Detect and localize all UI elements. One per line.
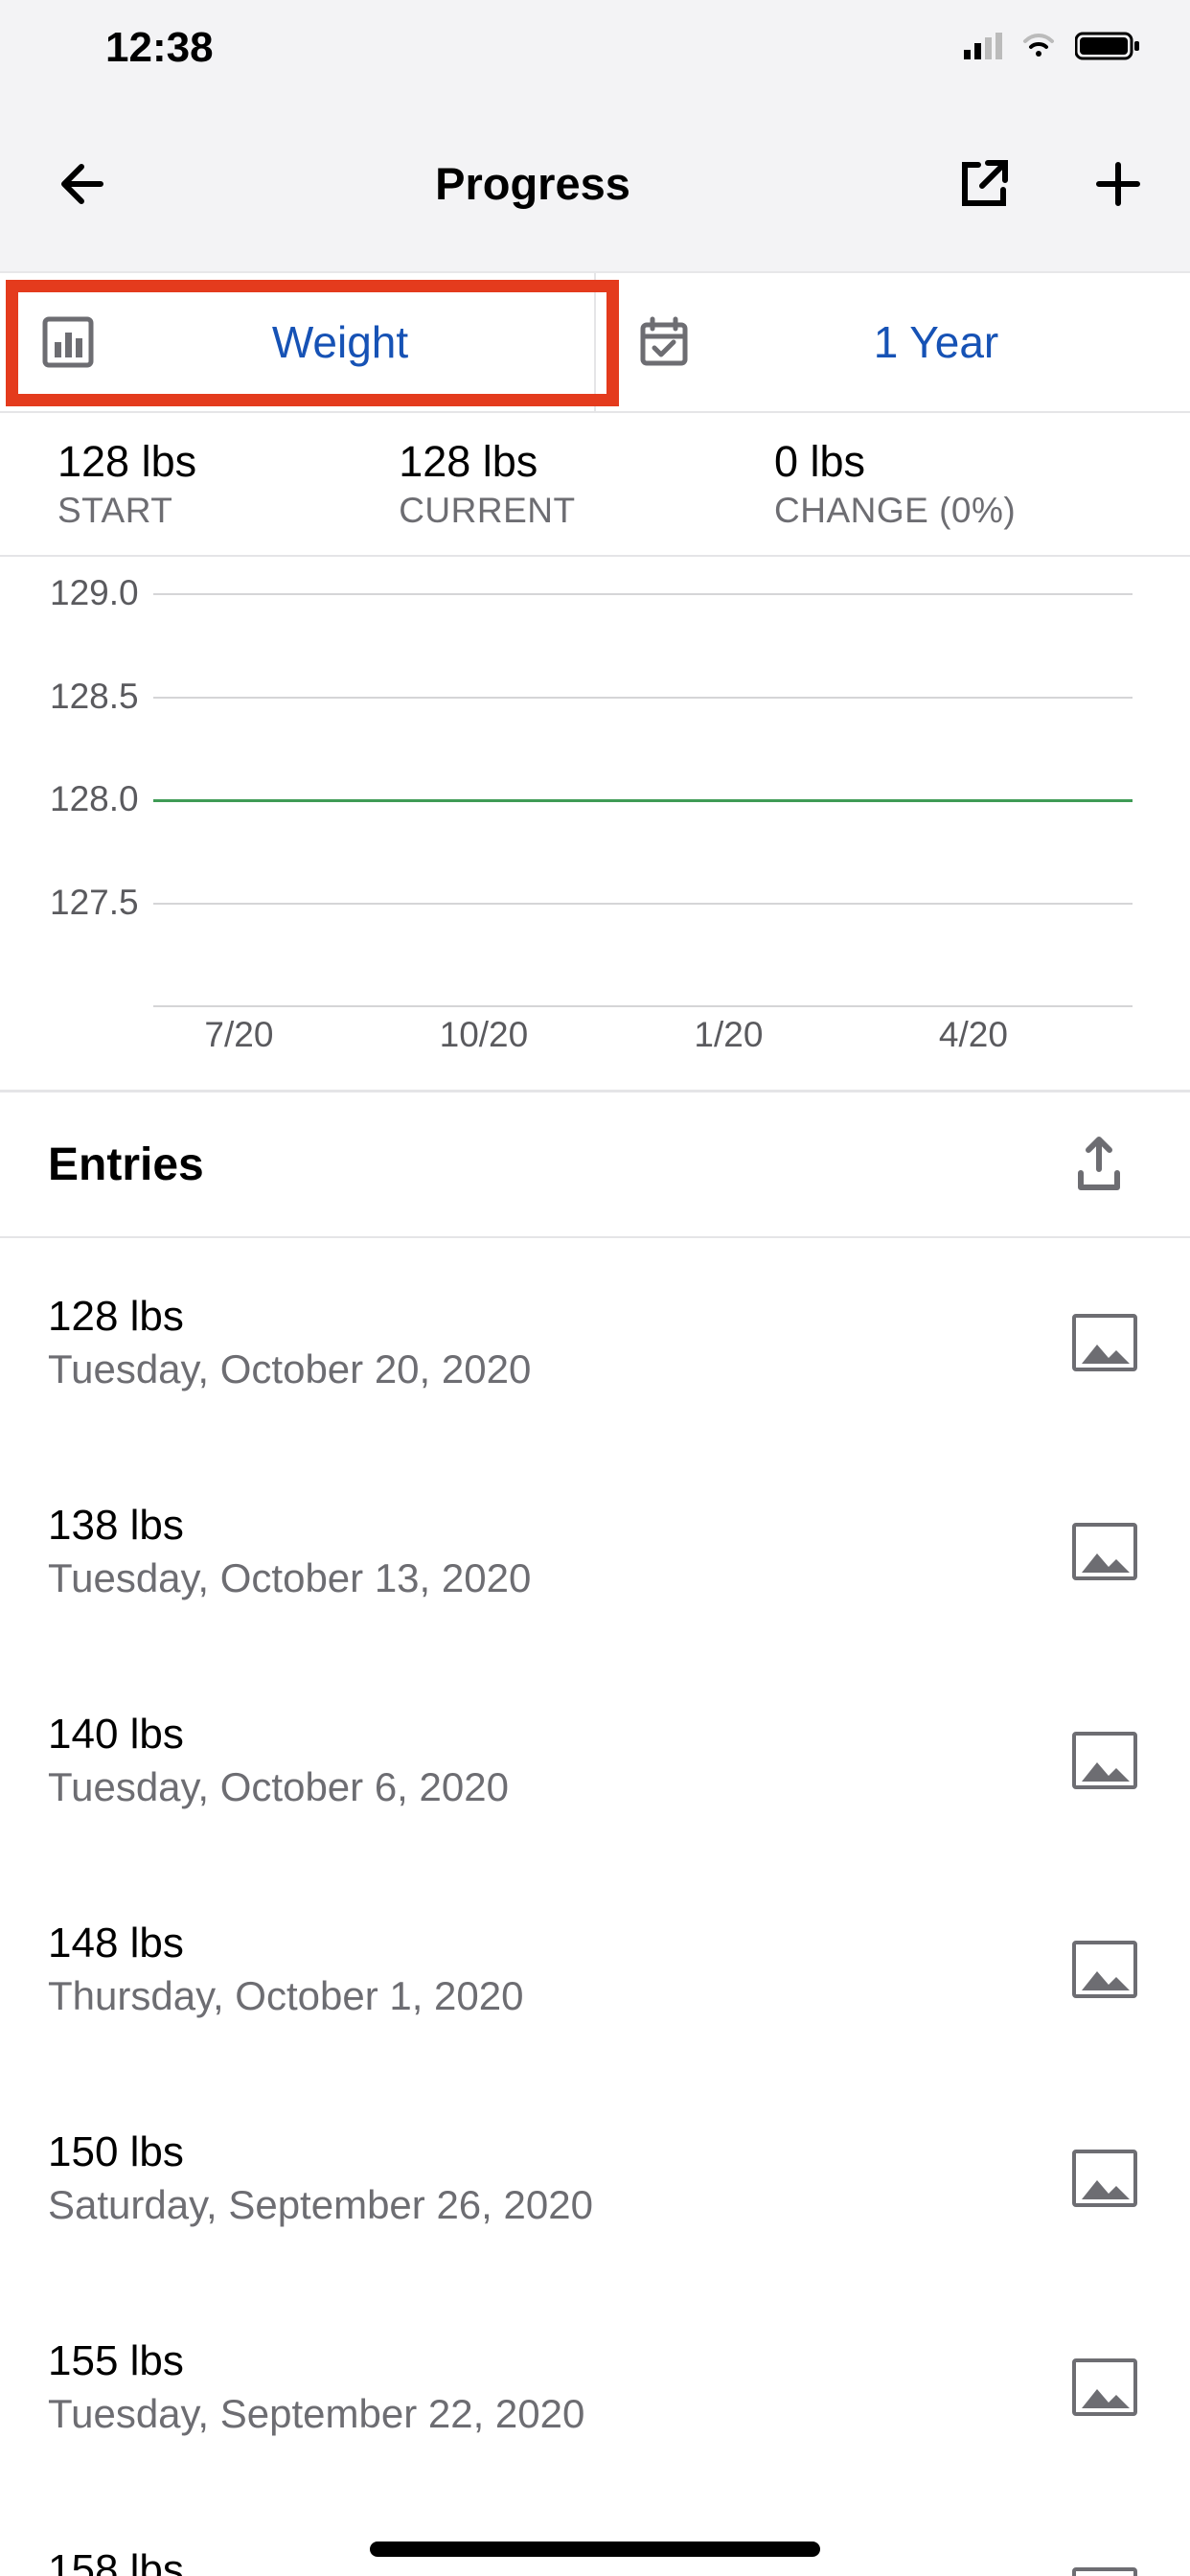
upload-icon [1071, 1135, 1127, 1194]
summary-start-value: 128 lbs [57, 437, 399, 487]
image-icon[interactable] [1072, 2358, 1137, 2416]
entry-row[interactable]: 158 lbsFriday, September 18, 2020 [0, 2492, 1190, 2576]
entries-title: Entries [48, 1138, 204, 1191]
chart-baseline [153, 1005, 1133, 1007]
entry-text: 150 lbs Saturday, September 26, 2020 [48, 2128, 593, 2228]
summary-start-label: START [57, 491, 399, 531]
chart-y-tick: 128.5 [50, 677, 139, 717]
range-tab-label: 1 Year [721, 316, 1152, 368]
summary-change-value: 0 lbs [774, 437, 1133, 487]
entry-row[interactable]: 140 lbs Tuesday, October 6, 2020 [0, 1656, 1190, 1865]
summary-change: 0 lbs CHANGE (0%) [774, 437, 1133, 531]
external-link-icon [957, 157, 1011, 211]
chart-y-tick: 129.0 [50, 573, 139, 613]
tabs-row: Weight 1 Year [0, 273, 1190, 413]
entry-row[interactable]: 148 lbs Thursday, October 1, 2020 [0, 1865, 1190, 2074]
entry-text: 138 lbs Tuesday, October 13, 2020 [48, 1502, 531, 1601]
summary-row: 128 lbs START 128 lbs CURRENT 0 lbs CHAN… [0, 413, 1190, 555]
battery-icon [1075, 31, 1142, 66]
entry-row[interactable]: 138 lbs Tuesday, October 13, 2020 [0, 1447, 1190, 1656]
status-bar: 12:38 [0, 0, 1190, 96]
entry-value: 150 lbs [48, 2128, 593, 2176]
entry-text: 140 lbs Tuesday, October 6, 2020 [48, 1711, 509, 1810]
app-screen: 12:38 Progress [0, 0, 1190, 2576]
entry-value: 138 lbs [48, 1502, 531, 1550]
entries-list: 128 lbs Tuesday, October 20, 2020 138 lbs T… [0, 1238, 1190, 2576]
summary-change-label: CHANGE (0%) [774, 491, 1133, 531]
entry-row[interactable]: 150 lbs Saturday, September 26, 2020 [0, 2074, 1190, 2283]
chart-x-tick: 1/20 [694, 1015, 763, 1103]
add-button[interactable] [1085, 150, 1152, 218]
metric-tab-label: Weight [125, 316, 556, 368]
image-icon[interactable] [1072, 2567, 1137, 2576]
entries-header: Entries [0, 1090, 1190, 1238]
entry-date: Tuesday, September 22, 2020 [48, 2391, 584, 2437]
chart-series-line [153, 799, 1133, 802]
range-tab[interactable]: 1 Year [596, 273, 1190, 411]
image-icon[interactable] [1072, 1523, 1137, 1580]
chart-gridline [153, 593, 1133, 595]
chart-gridline [153, 903, 1133, 905]
home-indicator [370, 2542, 820, 2557]
chart-x-tick: 7/20 [204, 1015, 273, 1103]
entry-date: Tuesday, October 20, 2020 [48, 1346, 531, 1392]
entry-date: Saturday, September 26, 2020 [48, 2182, 593, 2228]
bar-chart-icon [38, 312, 98, 372]
image-icon[interactable] [1072, 1314, 1137, 1371]
metric-tab[interactable]: Weight [0, 273, 594, 411]
entry-text: 148 lbs Thursday, October 1, 2020 [48, 1920, 524, 2019]
cellular-icon [964, 33, 1002, 64]
entry-value: 148 lbs [48, 1920, 524, 1967]
wifi-icon [1019, 32, 1058, 65]
entry-value: 155 lbs [48, 2337, 584, 2385]
image-icon[interactable] [1072, 2150, 1137, 2207]
chart: 7/2010/201/204/20 129.0128.5128.0127.5 [0, 555, 1190, 1087]
entry-date: Thursday, October 1, 2020 [48, 1973, 524, 2019]
share-button[interactable] [950, 150, 1018, 218]
entry-value: 140 lbs [48, 1711, 509, 1759]
nav-bar: Progress [0, 96, 1190, 273]
plus-icon [1093, 159, 1143, 209]
chart-x-tick: 4/20 [939, 1015, 1008, 1103]
summary-current-value: 128 lbs [399, 437, 774, 487]
status-icons [964, 31, 1142, 66]
chart-y-tick: 128.0 [50, 779, 139, 819]
entry-text: 128 lbs Tuesday, October 20, 2020 [48, 1293, 531, 1392]
summary-start: 128 lbs START [57, 437, 399, 531]
entry-date: Tuesday, October 13, 2020 [48, 1555, 531, 1601]
back-button[interactable] [48, 150, 115, 218]
image-icon[interactable] [1072, 1941, 1137, 1998]
page-title: Progress [435, 157, 630, 210]
calendar-icon [634, 312, 694, 372]
chart-gridline [153, 697, 1133, 699]
export-button[interactable] [1065, 1131, 1133, 1198]
entry-row[interactable]: 155 lbs Tuesday, September 22, 2020 [0, 2283, 1190, 2492]
entry-date: Tuesday, October 6, 2020 [48, 1764, 509, 1810]
entry-value: 128 lbs [48, 1293, 531, 1341]
image-icon[interactable] [1072, 1732, 1137, 1789]
chart-y-tick: 127.5 [50, 883, 139, 923]
status-time: 12:38 [105, 24, 214, 72]
entry-text: 155 lbs Tuesday, September 22, 2020 [48, 2337, 584, 2437]
arrow-left-icon [57, 159, 106, 209]
chart-x-tick: 10/20 [440, 1015, 529, 1103]
entry-row[interactable]: 128 lbs Tuesday, October 20, 2020 [0, 1238, 1190, 1447]
summary-current-label: CURRENT [399, 491, 774, 531]
summary-current: 128 lbs CURRENT [399, 437, 774, 531]
